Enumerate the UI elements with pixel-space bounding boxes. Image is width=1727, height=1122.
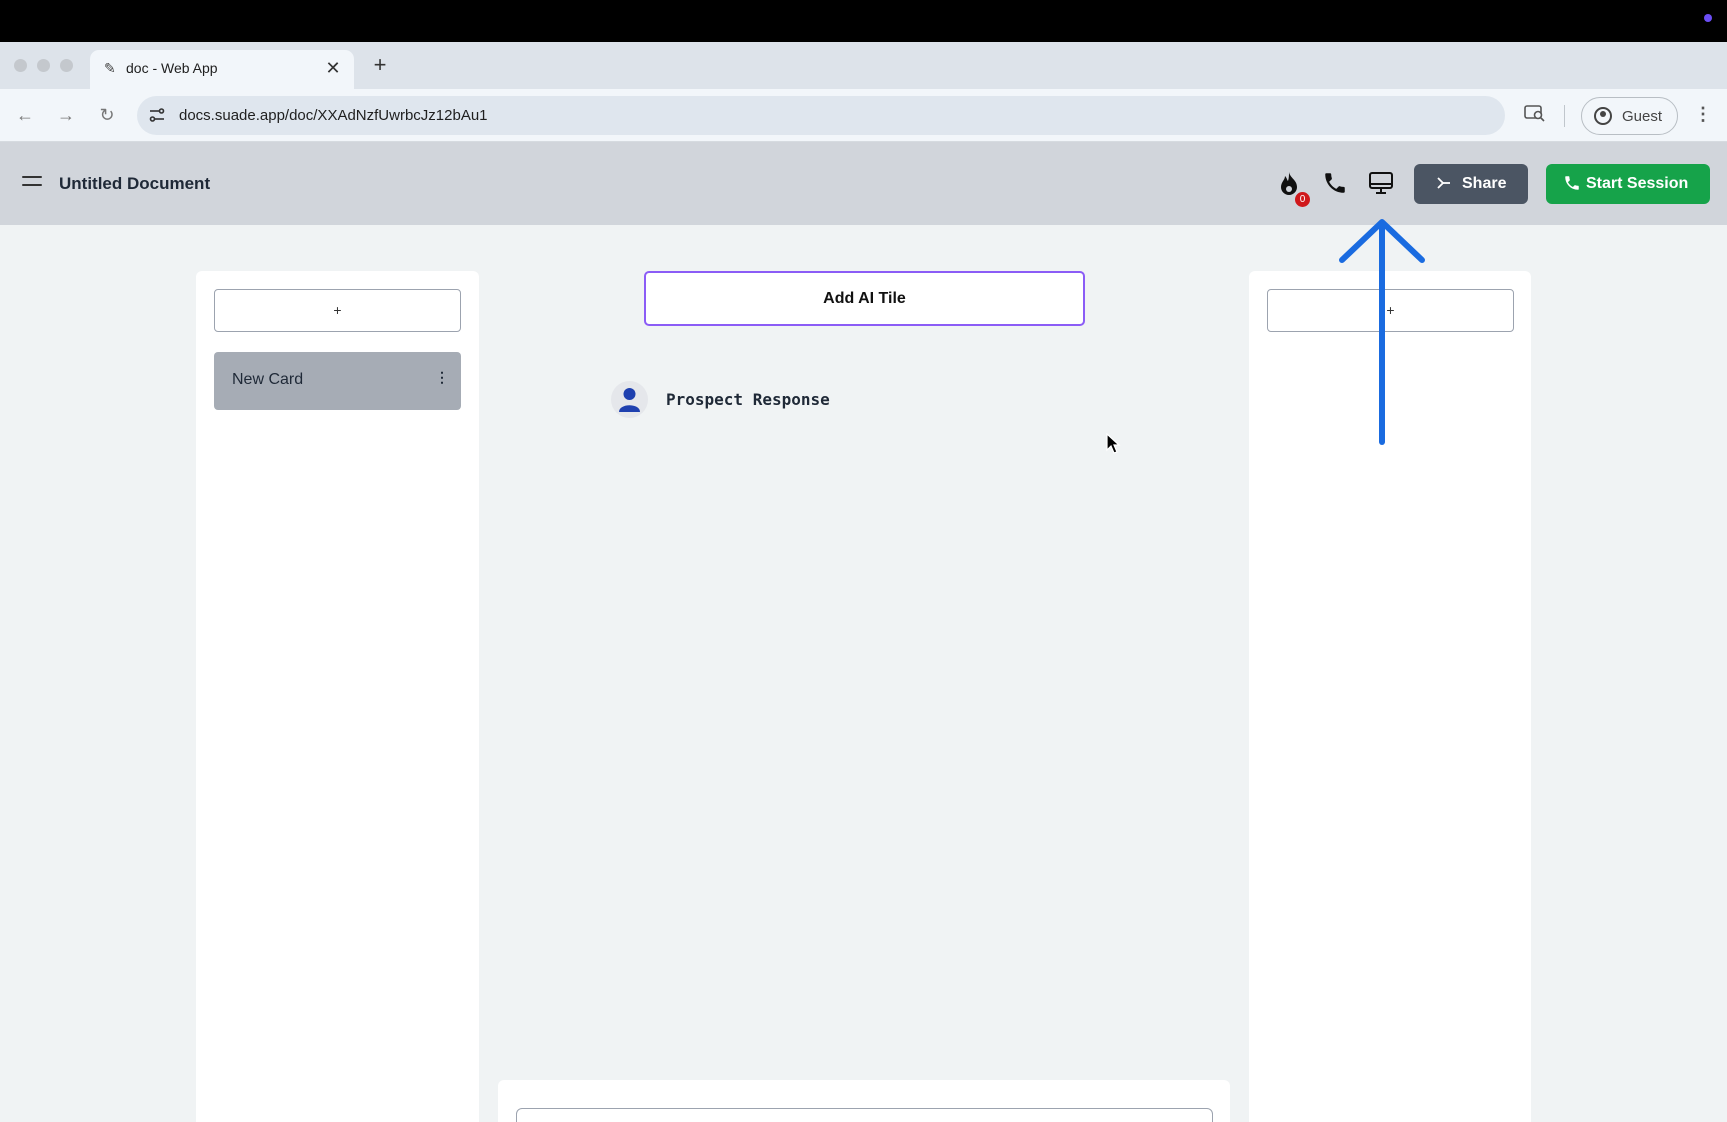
window-close-control[interactable] [14, 59, 27, 72]
recording-indicator-icon [1704, 14, 1712, 22]
mouse-cursor-icon [1106, 433, 1121, 454]
add-card-button-left[interactable]: + [214, 289, 461, 332]
add-ai-tile-button[interactable]: Add AI Tile [644, 271, 1085, 326]
browser-tab-active[interactable]: ✎ doc - Web App ✕ [90, 50, 354, 89]
profile-label: Guest [1622, 108, 1663, 125]
prospect-response-label: Prospect Response [666, 390, 830, 409]
site-info-icon[interactable] [147, 106, 167, 126]
document-title[interactable]: Untitled Document [59, 174, 210, 194]
browser-menu-icon[interactable]: ⋮ [1694, 104, 1712, 125]
tab-title: doc - Web App [126, 60, 218, 76]
share-arrow-icon [1435, 174, 1453, 196]
reload-icon[interactable]: ↻ [93, 101, 121, 129]
profile-icon [1594, 107, 1612, 125]
tab-close-icon[interactable]: ✕ [322, 57, 344, 79]
share-button[interactable]: Share [1414, 164, 1528, 204]
os-menu-bar [0, 0, 1727, 42]
phone-icon[interactable] [1322, 170, 1350, 198]
address-bar[interactable]: docs.suade.app/doc/XXAdNzfUwrbcJz12bAu1 [137, 96, 1505, 135]
screen: ✎ doc - Web App ✕ + ← → ↻ docs.suade.app… [0, 0, 1727, 1122]
url-text[interactable]: docs.suade.app/doc/XXAdNzfUwrbcJz12bAu1 [179, 107, 488, 124]
start-session-label: Start Session [1586, 175, 1689, 192]
list-item-card[interactable]: New Card ⋮ [214, 352, 461, 410]
monitor-icon[interactable] [1368, 170, 1396, 198]
annotation-up-arrow-icon [1339, 219, 1425, 445]
start-session-button[interactable]: Start Session [1546, 164, 1710, 204]
phone-icon [1563, 174, 1581, 197]
avatar-icon [611, 381, 648, 418]
forward-arrow-icon[interactable]: → [52, 101, 80, 129]
toolbar-divider [1564, 105, 1565, 127]
favicon-icon: ✎ [104, 60, 116, 76]
card-menu-icon[interactable]: ⋮ [435, 369, 449, 386]
lens-search-icon[interactable] [1524, 104, 1546, 127]
share-label: Share [1462, 175, 1507, 192]
menu-icon[interactable] [22, 176, 42, 190]
new-tab-button[interactable]: + [366, 51, 394, 79]
back-arrow-icon[interactable]: ← [11, 101, 39, 129]
profile-button[interactable]: Guest [1581, 97, 1678, 135]
bottom-input-field[interactable] [516, 1108, 1213, 1122]
streak-count-badge: 0 [1295, 192, 1310, 207]
card-label: New Card [232, 371, 304, 388]
window-maximize-control[interactable] [60, 59, 73, 72]
window-minimize-control[interactable] [37, 59, 50, 72]
